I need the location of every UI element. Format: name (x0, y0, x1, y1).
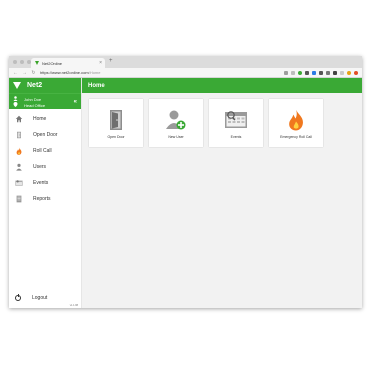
add-user-icon (165, 109, 187, 131)
shortcut-tiles: Open Door New User Events Emergency Roll… (82, 93, 362, 147)
reload-button[interactable]: ↻ (31, 70, 36, 76)
brand-header: Net2 (9, 78, 81, 93)
brand-name: Net2 (27, 82, 43, 89)
tile-label: New User (168, 135, 184, 139)
forward-button[interactable]: → (22, 70, 27, 76)
sidebar-item-home[interactable]: Home (9, 111, 81, 127)
window-controls (13, 60, 31, 64)
user-name: John Doe (24, 96, 42, 102)
main-content: Home Open Door New User Events Emergency… (82, 78, 362, 308)
site-name: Head Office (24, 102, 46, 108)
extension-yellow-icon[interactable] (347, 70, 351, 75)
events-tile[interactable]: Events (209, 99, 263, 147)
logout-button[interactable]: Logout (15, 294, 48, 301)
sidebar-item-label: Home (33, 116, 47, 122)
new-tab-button[interactable]: + (109, 58, 113, 64)
emergency-roll-call-tile[interactable]: Emergency Roll Call (269, 99, 323, 147)
extension-dark-icon[interactable] (305, 70, 309, 75)
collapse-sidebar-button[interactable]: « (74, 99, 77, 105)
net2-favicon-icon (35, 61, 39, 65)
extension-box-icon[interactable] (326, 70, 330, 75)
browser-window: Net2Online × + ← → ↻ https://www.net2onl… (9, 56, 362, 308)
open-door-tile[interactable]: Open Door (89, 99, 143, 147)
events-icon (224, 109, 248, 131)
back-button[interactable]: ← (13, 70, 18, 76)
flame-icon (287, 109, 305, 131)
sidebar-item-label: Reports (33, 196, 51, 202)
minimize-window-icon[interactable] (20, 60, 24, 64)
sidebar-item-label: Open Door (33, 132, 58, 138)
new-user-tile[interactable]: New User (149, 99, 203, 147)
address-bar: ← → ↻ https://www.net2online.com/Home (9, 68, 362, 78)
location-pin-icon (13, 102, 19, 108)
door-icon (15, 131, 23, 139)
tile-label: Events (230, 135, 242, 139)
logout-label: Logout (32, 295, 48, 301)
report-icon (15, 195, 23, 203)
net2-app: Net2 John Doe Head Office « Home Open Do… (9, 78, 362, 308)
sidebar-item-roll-call[interactable]: Roll Call (9, 143, 81, 159)
extension-icons (284, 70, 358, 75)
tab-title: Net2Online (42, 60, 63, 66)
extension-green-icon[interactable] (298, 70, 302, 75)
flame-icon (15, 147, 23, 155)
sidebar-item-label: Users (33, 164, 47, 170)
close-window-icon[interactable] (13, 60, 17, 64)
extension-camera-icon[interactable] (333, 70, 337, 75)
browser-tabstrip: Net2Online × + (9, 56, 362, 68)
user-icon (15, 163, 23, 171)
sidebar-item-label: Roll Call (33, 148, 52, 154)
extension-grid-icon[interactable] (319, 70, 323, 75)
star-icon[interactable] (291, 70, 295, 75)
sidebar-item-reports[interactable]: Reports (9, 191, 81, 207)
sidebar-item-open-door[interactable]: Open Door (9, 127, 81, 143)
sidebar-nav: Home Open Door Roll Call Users Events Re… (9, 109, 81, 207)
sidebar-item-events[interactable]: Events (9, 175, 81, 191)
extension-blue-icon[interactable] (312, 70, 316, 75)
tab-close-icon[interactable]: × (99, 60, 102, 66)
profile-avatar-icon[interactable] (354, 70, 358, 75)
net2-logo-icon (13, 82, 21, 89)
tile-label: Open Door (107, 135, 125, 139)
version-label: v1.1.88 (69, 304, 78, 307)
url-path: /Home (88, 70, 101, 75)
sidebar-item-users[interactable]: Users (9, 159, 81, 175)
sidebar-item-label: Events (33, 180, 49, 186)
key-icon[interactable] (284, 70, 288, 75)
home-icon (15, 115, 23, 123)
browser-tab[interactable]: Net2Online × (31, 58, 105, 68)
extension-shield-icon[interactable] (340, 70, 344, 75)
user-panel: John Doe Head Office « (9, 93, 81, 109)
power-icon (15, 294, 21, 301)
page-title: Home (82, 78, 362, 93)
url-field[interactable]: https://www.net2online.com/Home (40, 70, 280, 75)
tile-label: Emergency Roll Call (280, 135, 312, 139)
url-host: https://www.net2online.com (40, 70, 89, 75)
events-icon (15, 179, 23, 187)
sidebar: Net2 John Doe Head Office « Home Open Do… (9, 78, 82, 308)
door-icon (109, 109, 123, 131)
